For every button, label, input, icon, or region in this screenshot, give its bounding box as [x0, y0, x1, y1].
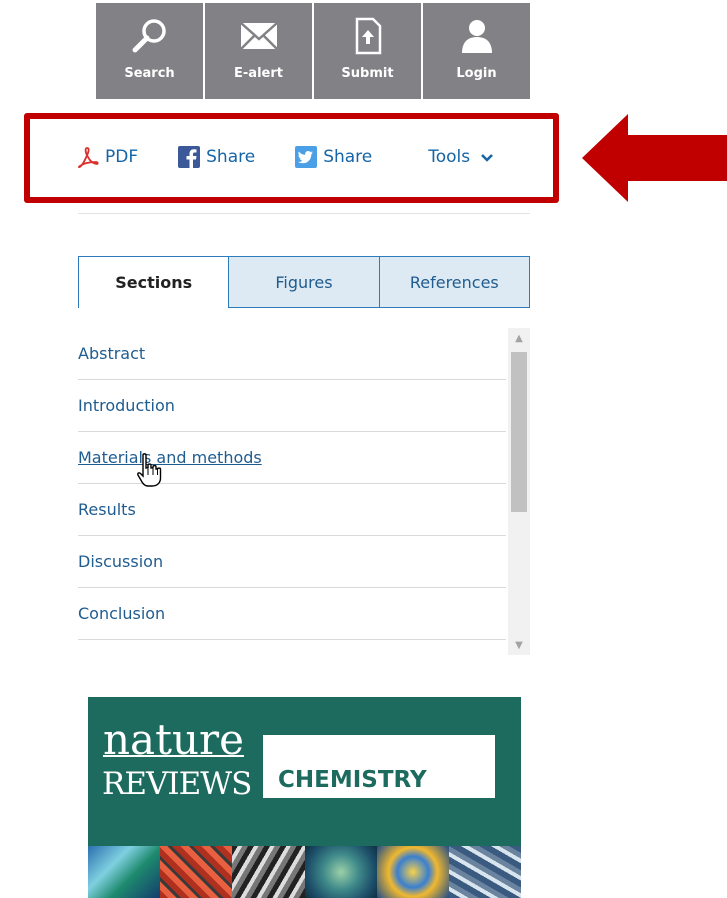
tab-sections[interactable]: Sections [78, 256, 230, 308]
journal-name: CHEMISTRY [278, 767, 427, 793]
cover-image [88, 846, 161, 898]
cover-image [304, 846, 377, 898]
tools-dropdown[interactable]: Tools [428, 147, 494, 167]
red-arrow-icon [582, 114, 727, 202]
section-link-abstract[interactable]: Abstract [78, 328, 506, 380]
search-button[interactable]: Search [96, 3, 203, 99]
chevron-down-icon [480, 150, 494, 164]
tools-label: Tools [428, 147, 471, 167]
e-alert-button[interactable]: E-alert [205, 3, 312, 99]
submit-label: Submit [341, 66, 394, 81]
scroll-thumb[interactable] [511, 352, 527, 512]
facebook-share-button[interactable]: Share [178, 146, 255, 168]
search-label: Search [124, 66, 175, 81]
login-label: Login [456, 66, 497, 81]
cover-image [232, 846, 305, 898]
scroll-down-arrow-icon[interactable]: ▼ [508, 635, 530, 655]
tab-references[interactable]: References [379, 256, 530, 308]
twitter-icon [295, 146, 318, 168]
tab-figures[interactable]: Figures [229, 256, 380, 308]
cover-image [448, 846, 521, 898]
pdf-icon [77, 146, 99, 169]
cover-image-strip [88, 846, 521, 898]
nature-reviews-chemistry-ad[interactable]: nature REVIEWS CHEMISTRY [88, 697, 521, 898]
login-button[interactable]: Login [423, 3, 530, 99]
cover-image [160, 846, 233, 898]
cover-image [376, 846, 449, 898]
divider [78, 213, 530, 214]
scroll-up-arrow-icon[interactable]: ▲ [508, 328, 530, 348]
search-icon [131, 17, 169, 55]
e-alert-label: E-alert [234, 66, 283, 81]
sections-scrollbar[interactable]: ▲ ▼ [508, 328, 530, 655]
pdf-label: PDF [105, 147, 139, 167]
share-toolbar: PDF Share Share Tools [77, 140, 494, 174]
nature-logo-text: nature [103, 715, 244, 764]
section-link-conclusion[interactable]: Conclusion [78, 588, 506, 640]
twitter-share-label: Share [323, 147, 373, 167]
reviews-logo-text: REVIEWS [102, 766, 252, 802]
upload-document-icon [349, 17, 387, 55]
user-icon [458, 17, 496, 55]
top-toolbar: Search E-alert Submit Login [96, 3, 530, 99]
twitter-share-button[interactable]: Share [295, 146, 372, 168]
facebook-share-label: Share [206, 147, 256, 167]
article-tabs: Sections Figures References [78, 256, 530, 308]
facebook-icon [178, 146, 201, 168]
hand-cursor-icon [135, 452, 165, 492]
submit-button[interactable]: Submit [314, 3, 421, 99]
section-link-discussion[interactable]: Discussion [78, 536, 506, 588]
section-link-introduction[interactable]: Introduction [78, 380, 506, 432]
envelope-icon [239, 17, 278, 55]
pdf-link[interactable]: PDF [77, 146, 139, 169]
